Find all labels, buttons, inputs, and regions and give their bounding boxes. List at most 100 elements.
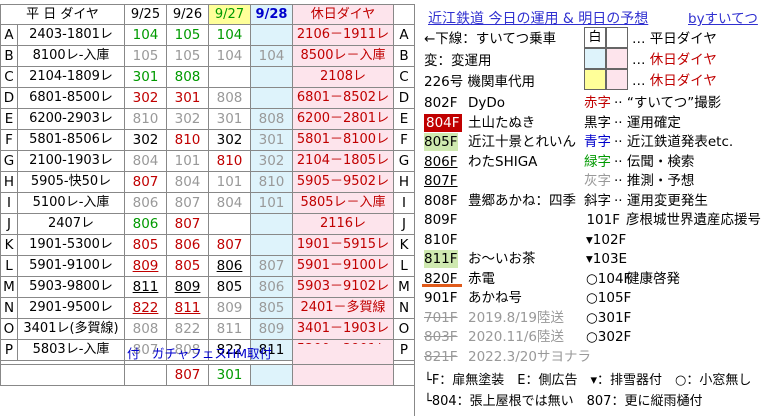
row-train: 8100レ-入庫 xyxy=(18,46,125,67)
row-holiday: 5903－9102レ xyxy=(293,277,394,298)
car-number: 811F xyxy=(424,250,458,268)
header-date-4: 9/28 xyxy=(251,4,293,25)
header-date-1: 9/25 xyxy=(125,4,167,25)
row-val-4: 806 xyxy=(251,277,293,298)
row-holiday: 6200－2801レ xyxy=(293,109,394,130)
row-train: 2104-1809レ xyxy=(18,67,125,88)
row-code: F xyxy=(0,130,18,151)
note-2: └804：張上屋根では無い 807：更に縦雨樋付 xyxy=(424,394,703,409)
footer-note: 付 ガチャフェスHM取付 xyxy=(125,344,293,365)
row-val-2: 807 xyxy=(167,214,209,235)
row-val-3 xyxy=(209,214,251,235)
row-val-4 xyxy=(251,235,293,256)
color-desc: ·· 推測・予想 xyxy=(614,173,695,189)
color-key: 青字 xyxy=(584,134,611,150)
legend-down: ←下線：すいてつ乗車 xyxy=(424,31,557,47)
row-side-code: I xyxy=(394,193,415,214)
row-val-2: 302 xyxy=(167,109,209,130)
car-number: 701F xyxy=(424,309,458,326)
header-weekday: 平 日 ダイヤ xyxy=(0,4,125,25)
row-val-2: 809 xyxy=(167,277,209,298)
legend-yellow-box xyxy=(584,69,606,90)
red-marker xyxy=(422,284,462,287)
row-train: 1901-5300レ xyxy=(18,235,125,256)
row-val-4 xyxy=(251,88,293,109)
row-val-1: 104 xyxy=(125,25,167,46)
row-code: E xyxy=(0,109,18,130)
legend-blue-box xyxy=(584,48,606,69)
color-key: 斜字 xyxy=(584,192,611,209)
row-val-1: 811 xyxy=(125,277,167,298)
row-train: 6200-2903レ xyxy=(18,109,125,130)
row-val-2: 805 xyxy=(167,256,209,277)
row-train: 5801-8506レ xyxy=(18,130,125,151)
row-val-4: 810 xyxy=(251,172,293,193)
row-side-code: H xyxy=(394,172,415,193)
row-val-1: 807 xyxy=(125,172,167,193)
car-label: あかね号 xyxy=(468,290,522,306)
row-side-code: B xyxy=(394,46,415,67)
row-val-4: 808 xyxy=(251,109,293,130)
color-desc: ·· “すいてつ”撮影 xyxy=(614,95,722,111)
row-val-3: 805 xyxy=(209,277,251,298)
series100-number: ○302F xyxy=(586,329,632,345)
row-code: O xyxy=(0,319,18,340)
row-train: 3401レ(多賀線) xyxy=(18,319,125,340)
legend-holiday-2: … 休日ダイヤ xyxy=(632,73,717,89)
car-label: お〜いお茶 xyxy=(468,251,536,267)
row-val-4: 805 xyxy=(251,298,293,319)
row-train: 5901-9100レ xyxy=(18,256,125,277)
legend-panel: 近江鉄道 今日の運用 & 明日の予想 byすいてつ ←下線：すいてつ乗車 変：変… xyxy=(420,0,775,418)
footer-val-3: 301 xyxy=(209,365,251,386)
row-holiday: 2106－1911レ xyxy=(293,25,394,46)
car-label: 赤電 xyxy=(468,270,495,287)
row-val-3: 302 xyxy=(209,130,251,151)
row-val-4: 302 xyxy=(251,151,293,172)
series100-label: 彦根城世界遺産応援号 xyxy=(626,212,761,228)
row-val-2: 811 xyxy=(167,298,209,319)
row-val-4: 101 xyxy=(251,193,293,214)
row-val-3: 101 xyxy=(209,172,251,193)
row-val-2: 822 xyxy=(167,319,209,340)
row-code: C xyxy=(0,67,18,88)
row-val-4: 301 xyxy=(251,130,293,151)
series100-number: ▾102F xyxy=(586,231,627,248)
row-side-code: A xyxy=(394,25,415,46)
series100-number: ○301F xyxy=(586,309,632,326)
row-side-code: N xyxy=(394,298,415,319)
legend-change: 変：変運用 xyxy=(424,53,492,69)
row-train: 2403-1801レ xyxy=(18,25,125,46)
row-val-1: 302 xyxy=(125,88,167,109)
row-val-2: 810 xyxy=(167,130,209,151)
row-code: I xyxy=(0,193,18,214)
row-val-2: 301 xyxy=(167,88,209,109)
car-number: 803F xyxy=(424,329,458,345)
row-holiday: 2116レ xyxy=(293,214,394,235)
car-label: 2022.3/20サヨナラ xyxy=(468,348,591,365)
row-val-2: 808 xyxy=(167,67,209,88)
row-val-3: 808 xyxy=(209,88,251,109)
legend-holiday-1: … 休日ダイヤ xyxy=(632,52,717,68)
header-holiday: 休日ダイヤ xyxy=(293,4,394,25)
series100-number: 101F xyxy=(586,212,620,228)
row-val-3: 806 xyxy=(209,256,251,277)
row-holiday: 5905－9502レ xyxy=(293,172,394,193)
row-val-1: 105 xyxy=(125,46,167,67)
row-val-1: 810 xyxy=(125,109,167,130)
row-train: 5903-9800レ xyxy=(18,277,125,298)
header-side xyxy=(394,4,415,25)
row-val-1: 804 xyxy=(125,151,167,172)
car-label: 2019.8/19陸送 xyxy=(468,309,564,326)
series100-number: ○104F xyxy=(586,270,632,287)
row-val-2: 806 xyxy=(167,235,209,256)
row-code: L xyxy=(0,256,18,277)
row-holiday: 5801－8100レ xyxy=(293,130,394,151)
car-number: 821F xyxy=(424,348,458,365)
car-number: 806F xyxy=(424,153,458,170)
row-val-4 xyxy=(251,214,293,235)
car-label: 2020.11/6陸送 xyxy=(468,329,564,345)
row-val-4: 809 xyxy=(251,319,293,340)
color-key: 灰字 xyxy=(584,173,611,189)
series100-number: ▾103E xyxy=(586,251,628,267)
row-val-1: 809 xyxy=(125,256,167,277)
